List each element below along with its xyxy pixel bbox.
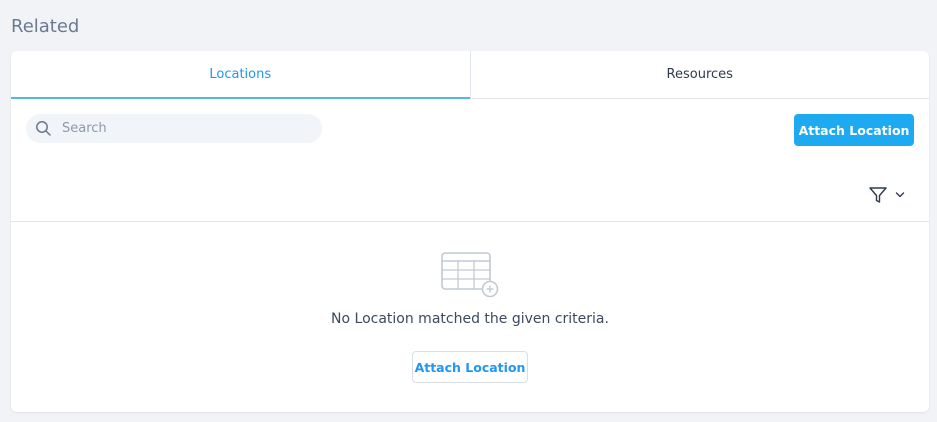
filter-dropdown[interactable]: [868, 183, 912, 207]
related-panel: Locations Resources Attach Location No L…: [11, 51, 929, 412]
toolbar-divider: [11, 221, 929, 222]
search-input[interactable]: [62, 114, 312, 143]
section-title: Related: [11, 16, 80, 37]
tab-locations[interactable]: Locations: [11, 51, 470, 99]
attach-location-empty-button[interactable]: Attach Location: [412, 351, 528, 383]
attach-location-button[interactable]: Attach Location: [794, 114, 914, 146]
filter-icon: [869, 187, 887, 203]
chevron-down-icon: [895, 192, 905, 198]
search-box: [26, 114, 322, 143]
empty-state-message: No Location matched the given criteria.: [331, 311, 609, 327]
search-icon: [36, 121, 51, 136]
tab-bar: Locations Resources: [11, 51, 929, 99]
table-add-icon: [441, 252, 499, 298]
tab-resources[interactable]: Resources: [469, 51, 930, 98]
